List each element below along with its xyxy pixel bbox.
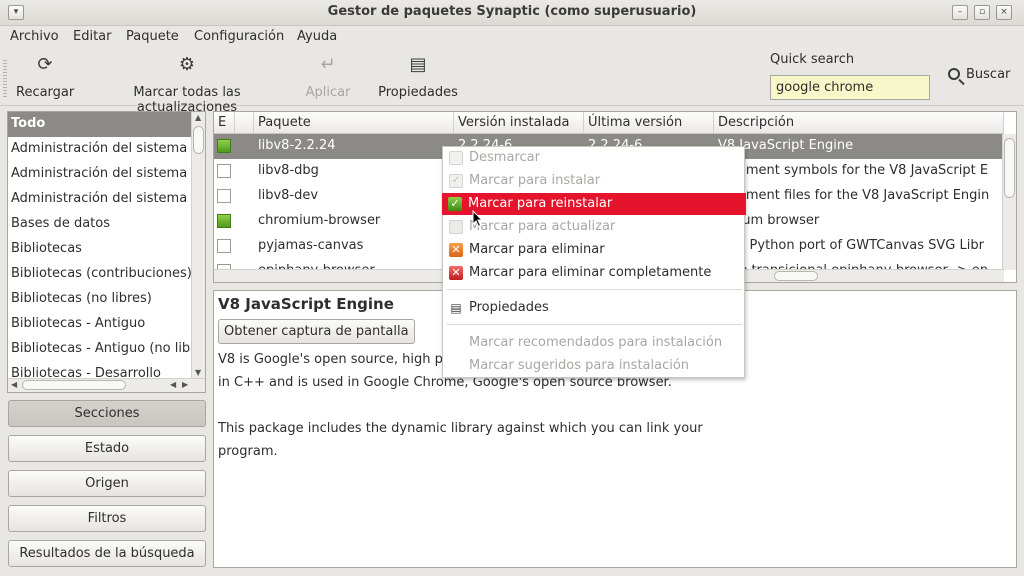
installed-status-icon[interactable] <box>217 139 231 153</box>
close-button[interactable]: × <box>996 5 1012 20</box>
column-header-status[interactable]: E <box>214 112 235 134</box>
menu-item-mark-install[interactable]: ✓ Marcar para instalar <box>443 170 746 192</box>
origin-button[interactable]: Origen <box>8 470 206 497</box>
sections-list[interactable]: Todo Administración del sistema Administ… <box>7 111 206 393</box>
menu-item-unmark[interactable]: Desmarcar <box>443 147 746 169</box>
scroll-down-icon[interactable]: ▼ <box>195 368 201 377</box>
menu-item-mark-upgrade[interactable]: Marcar para actualizar <box>443 216 746 238</box>
section-item[interactable]: Administración del sistema <box>8 137 192 162</box>
menu-ayuda[interactable]: Ayuda <box>297 29 337 44</box>
description-text: This package includes the dynamic librar… <box>218 421 703 436</box>
sections-vertical-scrollbar[interactable]: ▲ ▼ <box>191 112 205 380</box>
sections-hscroll-thumb[interactable] <box>22 380 126 390</box>
get-screenshot-button[interactable]: Obtener captura de pantalla <box>218 319 415 344</box>
sections-horizontal-scrollbar[interactable]: ◀ ◀ ▶ <box>8 378 205 392</box>
toolbar-grip[interactable] <box>3 60 7 98</box>
menu-item-mark-reinstall[interactable]: ✓ Marcar para reinstalar <box>442 193 746 215</box>
status-button[interactable]: Estado <box>8 435 206 462</box>
menu-item-mark-purge[interactable]: ✕ Marcar para eliminar completamente <box>443 262 746 284</box>
not-installed-status-icon[interactable] <box>217 239 231 253</box>
scroll-up-icon[interactable]: ▲ <box>195 113 201 122</box>
purge-icon: ✕ <box>449 266 463 280</box>
filters-button[interactable]: Filtros <box>8 505 206 532</box>
mark-all-upgrades-button[interactable]: ⚙ Marcar todas las actualizaciones <box>82 54 292 115</box>
section-item[interactable]: Administración del sistema ( <box>8 187 192 212</box>
sections-button[interactable]: Secciones <box>8 400 206 427</box>
column-header-description[interactable]: Descripción <box>714 112 1004 134</box>
menu-paquete[interactable]: Paquete <box>126 29 179 44</box>
section-item[interactable]: Bibliotecas - Antiguo (no libre <box>8 337 192 362</box>
installed-status-icon[interactable] <box>217 214 231 228</box>
reload-icon: ⟳ <box>37 54 53 75</box>
menu-configuracion[interactable]: Configuración <box>194 29 284 44</box>
minimize-button[interactable]: – <box>952 5 968 20</box>
section-item[interactable]: Bases de datos <box>8 212 192 237</box>
not-installed-status-icon[interactable] <box>217 164 231 178</box>
menu-item-mark-suggested[interactable]: Marcar sugeridos para instalación <box>443 355 746 377</box>
package-hscroll-thumb[interactable] <box>774 271 818 281</box>
section-item[interactable]: Bibliotecas (no libres) <box>8 287 192 312</box>
package-details-title: V8 JavaScript Engine <box>218 295 394 313</box>
menu-item-properties[interactable]: ▤ Propiedades <box>443 297 746 319</box>
reload-button[interactable]: ⟳ Recargar <box>16 54 74 102</box>
menu-archivo[interactable]: Archivo <box>10 29 59 44</box>
sections-vscroll-thumb[interactable] <box>193 126 204 154</box>
description-text: program. <box>218 444 278 459</box>
menu-separator <box>447 289 742 290</box>
scroll-left-icon[interactable]: ◀ <box>11 380 17 389</box>
quick-search-input[interactable] <box>770 75 930 100</box>
column-header-latest-version[interactable]: Última versión <box>584 112 714 134</box>
column-header-support[interactable] <box>235 112 254 134</box>
description-text: V8 is Google's open source, high pe <box>218 352 451 367</box>
apply-button[interactable]: ↵ Aplicar <box>304 54 352 102</box>
maximize-button[interactable]: ▫ <box>974 5 990 20</box>
properties-button[interactable]: ▤ Propiedades <box>378 54 458 102</box>
section-item-todo[interactable]: Todo <box>8 112 192 137</box>
install-icon: ✓ <box>449 174 463 188</box>
package-vscroll-thumb[interactable] <box>1004 138 1015 198</box>
mouse-pointer-icon <box>472 210 484 228</box>
title-bar: ▾ Gestor de paquetes Synaptic (como supe… <box>0 0 1024 26</box>
quick-search-label: Quick search <box>770 52 855 67</box>
search-icon <box>948 68 960 80</box>
upgrade-icon <box>449 220 463 234</box>
menu-bar: Archivo Editar Paquete Configuración Ayu… <box>0 26 1024 49</box>
search-button[interactable]: Buscar <box>948 66 1010 88</box>
section-item[interactable]: Bibliotecas - Antiguo <box>8 312 192 337</box>
column-header-package[interactable]: Paquete <box>254 112 454 134</box>
menu-separator <box>447 324 742 325</box>
window-title: Gestor de paquetes Synaptic (como superu… <box>327 4 697 19</box>
reinstall-icon: ✓ <box>448 197 462 211</box>
menu-editar[interactable]: Editar <box>73 29 112 44</box>
not-installed-status-icon[interactable] <box>217 189 231 203</box>
remove-icon: ✕ <box>449 243 463 257</box>
package-context-menu: Desmarcar ✓ Marcar para instalar ✓ Marca… <box>442 146 746 378</box>
menu-item-mark-recommended[interactable]: Marcar recomendados para instalación <box>443 332 746 354</box>
package-vertical-scrollbar[interactable] <box>1002 134 1016 270</box>
section-item[interactable]: Administración del sistema ( <box>8 162 192 187</box>
scroll-left-icon[interactable]: ◀ <box>170 380 176 389</box>
gear-icon: ⚙ <box>178 54 196 75</box>
column-header-installed-version[interactable]: Versión instalada <box>454 112 584 134</box>
menu-item-mark-remove[interactable]: ✕ Marcar para eliminar <box>443 239 746 261</box>
properties-icon: ▤ <box>450 301 462 315</box>
section-item[interactable]: Bibliotecas <box>8 237 192 262</box>
scroll-right-icon[interactable]: ▶ <box>182 380 188 389</box>
section-item[interactable]: Bibliotecas (contribuciones) <box>8 262 192 287</box>
unmark-icon <box>449 151 463 165</box>
apply-arrow-icon: ↵ <box>320 54 336 75</box>
properties-icon: ▤ <box>409 54 427 75</box>
search-results-button[interactable]: Resultados de la búsqueda <box>8 540 206 567</box>
